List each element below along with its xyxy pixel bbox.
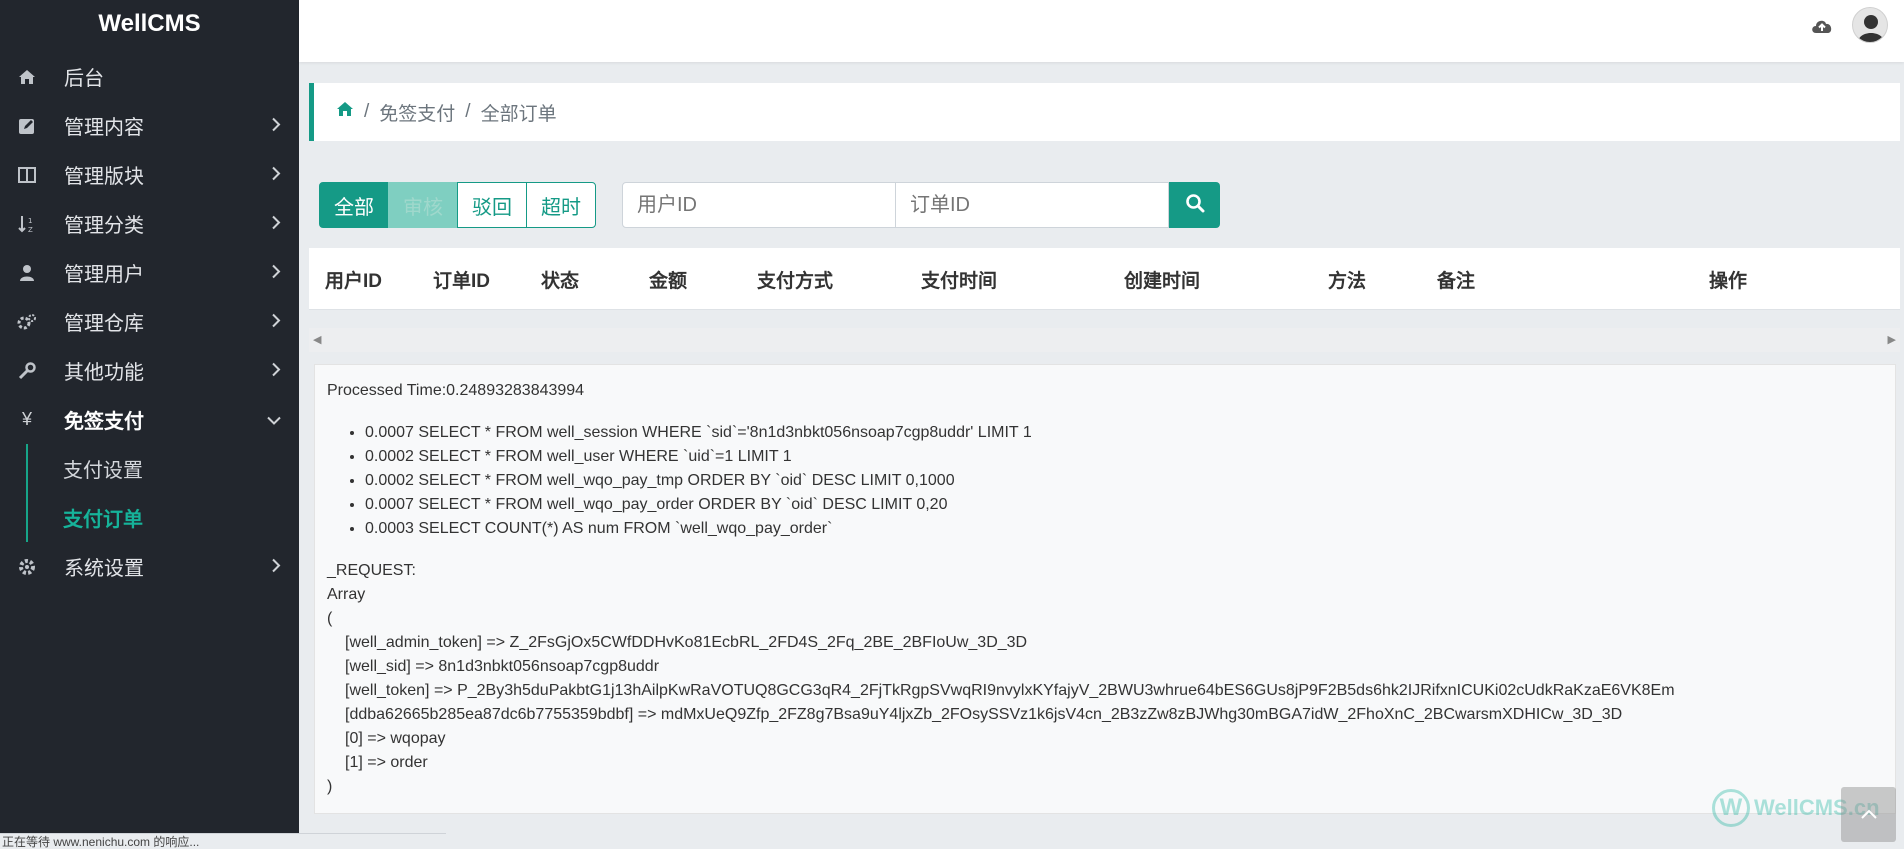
edit-icon	[17, 116, 37, 136]
array-close-paren: )	[327, 778, 333, 795]
yen-icon: ¥	[21, 409, 32, 429]
sidebar-item-label: 管理内容	[64, 117, 144, 139]
array-open-paren: (	[327, 610, 333, 627]
query-item: 0.0003 SELECT COUNT(*) AS num FROM `well…	[365, 517, 1883, 541]
sidebar-item-other[interactable]: 其他功能	[0, 346, 299, 395]
chevron-right-icon	[271, 261, 281, 284]
sidebar-item-categories[interactable]: 1Z 管理分类	[0, 199, 299, 248]
query-item: 0.0002 SELECT * FROM well_user WHERE `ui…	[365, 445, 1883, 469]
columns-icon	[17, 165, 37, 185]
query-list: 0.0007 SELECT * FROM well_session WHERE …	[365, 421, 1883, 541]
request-entry: [1] => order	[345, 754, 428, 771]
request-entry: [well_token] => P_2By3h5duPakbtG1j13hAil…	[345, 682, 1675, 699]
column-header-status: 状态	[541, 270, 580, 292]
column-header-payment-time: 支付时间	[921, 270, 998, 292]
chevron-right-icon	[271, 359, 281, 382]
payment-submenu: 支付设置 支付订单	[0, 444, 299, 542]
chevron-right-icon	[271, 114, 281, 137]
brand-logo[interactable]: WellCMS	[0, 0, 299, 52]
sidebar-subitem-payment-orders[interactable]: 支付订单	[0, 493, 299, 542]
gear-icon	[17, 557, 37, 577]
chevron-down-icon	[267, 408, 281, 431]
request-label: _REQUEST:	[327, 562, 416, 579]
request-entry: [well_sid] => 8n1d3nbkt056nsoap7cgp8uddr	[345, 658, 660, 675]
search-button[interactable]	[1169, 182, 1220, 228]
query-item: 0.0007 SELECT * FROM well_session WHERE …	[365, 421, 1883, 445]
back-to-top-button[interactable]	[1841, 787, 1896, 842]
sidebar-item-label: 后台	[64, 68, 104, 90]
sidebar-item-label: 管理用户	[64, 264, 144, 286]
chevron-right-icon	[271, 310, 281, 333]
request-entry: [ddba62665b285ea87dc6b7755359bdbf] => md…	[345, 706, 1623, 723]
cloud-upload-icon[interactable]	[1810, 16, 1834, 36]
query-item: 0.0007 SELECT * FROM well_wqo_pay_order …	[365, 493, 1883, 517]
sidebar-item-forums[interactable]: 管理版块	[0, 150, 299, 199]
table-horizontal-scrollbar[interactable]: ◀ ▶	[309, 328, 1900, 352]
filter-all-button[interactable]: 全部	[319, 182, 389, 228]
order-id-input[interactable]	[895, 182, 1169, 228]
request-entry: [0] => wqopay	[345, 730, 446, 747]
filter-timeout-button[interactable]: 超时	[526, 182, 596, 228]
request-entry: [well_admin_token] => Z_2FsGjOx5CWfDDHvK…	[345, 634, 1028, 651]
sidebar-subitem-payment-settings[interactable]: 支付设置	[0, 444, 299, 493]
wrench-icon	[17, 361, 37, 381]
sidebar-item-payment[interactable]: ¥ 免签支付	[0, 395, 299, 444]
search-icon	[1185, 193, 1205, 218]
sidebar-item-label: 免签支付	[64, 411, 144, 433]
gears-icon	[17, 312, 37, 332]
column-header-user-id: 用户ID	[325, 270, 383, 292]
breadcrumb-separator: /	[364, 101, 370, 122]
sidebar-item-label: 其他功能	[64, 362, 144, 384]
avatar[interactable]	[1852, 7, 1888, 43]
browser-status-bar: 正在等待 www.nenichu.com 的响应...	[0, 833, 446, 849]
column-header-actions: 操作	[1709, 270, 1748, 292]
status-filter-group: 全部 审核 驳回 超时	[319, 182, 596, 228]
sidebar-item-users[interactable]: 管理用户	[0, 248, 299, 297]
sidebar-item-content[interactable]: 管理内容	[0, 101, 299, 150]
column-header-amount: 金额	[649, 270, 688, 292]
breadcrumb-item-all-orders: 全部订单	[480, 103, 557, 125]
chevron-right-icon	[271, 555, 281, 578]
user-id-input[interactable]	[622, 182, 896, 228]
top-header	[299, 0, 1904, 62]
column-header-created-time: 创建时间	[1124, 270, 1201, 292]
sidebar-item-system-settings[interactable]: 系统设置	[0, 542, 299, 591]
breadcrumb-item-payment[interactable]: 免签支付	[379, 99, 455, 126]
svg-text:1: 1	[28, 217, 32, 225]
breadcrumb: / 免签支付 / 全部订单	[309, 83, 1900, 141]
filter-rejected-button[interactable]: 驳回	[457, 182, 527, 228]
chevron-up-icon	[1860, 806, 1877, 824]
chevron-right-icon	[271, 212, 281, 235]
breadcrumb-separator: /	[465, 101, 471, 122]
debug-panel: Processed Time:0.24893283843994 0.0007 S…	[314, 364, 1896, 814]
svg-text:Z: Z	[28, 226, 33, 233]
search-form	[622, 182, 1220, 228]
filter-review-button[interactable]: 审核	[388, 182, 458, 228]
home-icon	[17, 67, 37, 87]
column-header-note: 备注	[1437, 270, 1476, 292]
scroll-left-icon[interactable]: ◀	[313, 333, 321, 346]
column-header-method: 方法	[1328, 270, 1367, 292]
sidebar-item-label: 管理版块	[64, 166, 144, 188]
sidebar-item-dashboard[interactable]: 后台	[0, 52, 299, 101]
scroll-right-icon[interactable]: ▶	[1888, 333, 1896, 346]
sidebar-item-label: 系统设置	[64, 558, 144, 580]
orders-table-header: 用户ID 订单ID 状态 金额 支付方式 支付时间 创建时间 方法 备注 操作	[309, 248, 1900, 310]
chevron-right-icon	[271, 163, 281, 186]
processed-time: Processed Time:0.24893283843994	[327, 382, 585, 399]
column-header-order-id: 订单ID	[433, 270, 491, 292]
sort-icon: 1Z	[17, 214, 37, 234]
sidebar-item-repository[interactable]: 管理仓库	[0, 297, 299, 346]
sidebar-item-label: 管理仓库	[64, 313, 144, 335]
sidebar: WellCMS 后台 管理内容 管理版块 1Z 管理分类 管理用户 管理仓库 其…	[0, 0, 299, 849]
array-label: Array	[327, 586, 366, 603]
sidebar-item-label: 管理分类	[64, 215, 144, 237]
column-header-payment-method: 支付方式	[757, 270, 834, 292]
wellcms-logo-icon: W	[1712, 789, 1750, 827]
query-item: 0.0002 SELECT * FROM well_wqo_pay_tmp OR…	[365, 469, 1883, 493]
home-icon[interactable]	[336, 101, 354, 123]
submenu-indicator	[26, 444, 28, 542]
user-icon	[17, 263, 37, 283]
